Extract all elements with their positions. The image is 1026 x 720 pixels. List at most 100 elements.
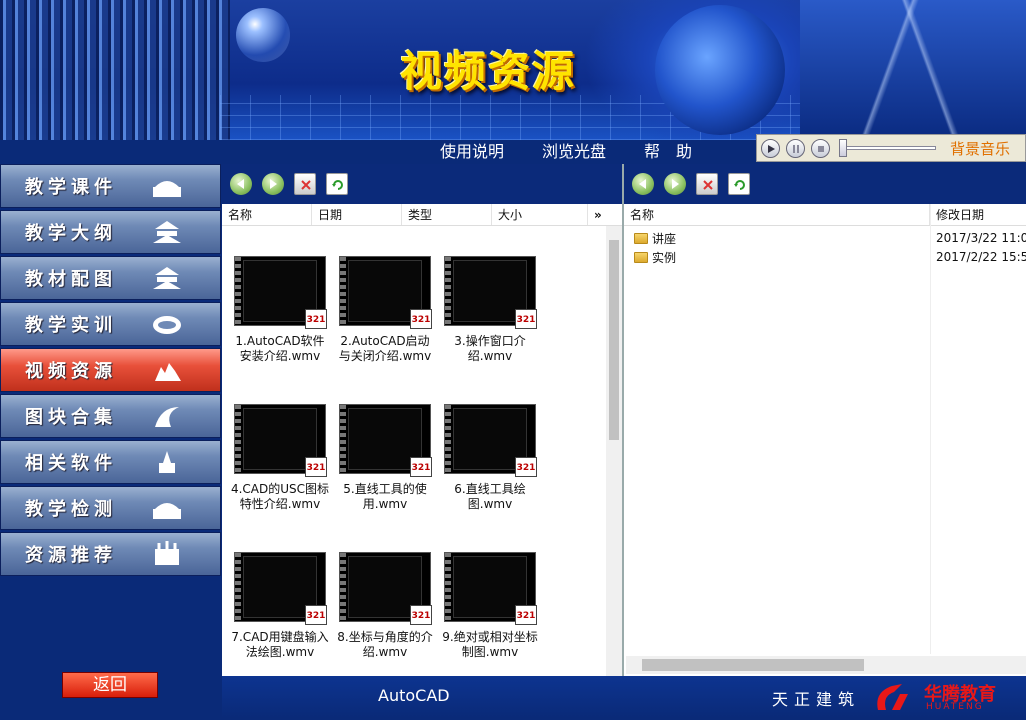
video-file-item[interactable]: 321 5.直线工具的使用.wmv (335, 404, 435, 512)
sidebar-item-assessment[interactable]: 教学检测 (0, 486, 221, 530)
media-player-badge-icon: 321 (305, 605, 327, 625)
video-file-item[interactable]: 321 2.AutoCAD启动与关闭介绍.wmv (335, 256, 435, 364)
media-player-badge-icon: 321 (305, 309, 327, 329)
pause-button[interactable] (786, 138, 805, 158)
sidebar-item-label: 资源推荐 (25, 545, 117, 566)
scrollbar-thumb[interactable] (609, 240, 619, 440)
sidebar-item-training[interactable]: 教学实训 (0, 302, 221, 346)
col-date[interactable]: 日期 (312, 204, 402, 225)
sidebar-item-label: 教学大纲 (25, 223, 117, 244)
vertical-scrollbar[interactable] (606, 226, 622, 676)
video-file-item[interactable]: 321 4.CAD的USC图标特性介绍.wmv (230, 404, 330, 512)
pagoda-icon (153, 267, 181, 289)
sidebar-item-block-collection[interactable]: 图块合集 (0, 394, 221, 438)
forward-nav-button[interactable] (262, 173, 284, 195)
back-button[interactable]: 返回 (62, 672, 158, 698)
volume-slider[interactable] (839, 139, 936, 157)
stop-icon (818, 145, 824, 152)
close-icon (301, 180, 311, 190)
right-column-header: 名称 修改日期 (624, 204, 1026, 226)
nav-browse-disc[interactable]: 浏览光盘 (542, 140, 606, 164)
stop-load-button[interactable] (696, 173, 718, 195)
video-thumbnail: 321 (339, 404, 432, 477)
folder-date: 2017/2/22 15:59 (936, 250, 1026, 264)
video-thumbnail: 321 (234, 256, 327, 329)
forward-nav-button[interactable] (664, 173, 686, 195)
top-nav: 使用说明 浏览光盘 帮 助 (440, 140, 730, 164)
video-thumbnail: 321 (234, 552, 327, 625)
play-icon (768, 144, 775, 153)
media-player-badge-icon: 321 (515, 605, 537, 625)
media-player-badge-icon: 321 (410, 309, 432, 329)
media-player-badge-icon: 321 (515, 309, 537, 329)
music-player: 背景音乐 (756, 134, 1026, 162)
sidebar-item-resource-recommend[interactable]: 资源推荐 (0, 532, 221, 576)
brand-subname: HUATENG (926, 702, 984, 712)
media-player-badge-icon: 321 (515, 457, 537, 477)
refresh-button[interactable] (728, 173, 750, 195)
sidebar-item-label: 相关软件 (25, 453, 117, 474)
building-icon (153, 181, 181, 197)
brand-logo: 华腾教育 HUATENG (872, 680, 1022, 716)
back-nav-button[interactable] (230, 173, 252, 195)
video-file-name: 4.CAD的USC图标特性介绍.wmv (230, 482, 330, 511)
col-type[interactable]: 类型 (402, 204, 492, 225)
folder-pane: 名称 修改日期 讲座 2017/3/22 11:00 实例 2017/2/22 … (622, 164, 1026, 676)
stop-load-button[interactable] (294, 173, 316, 195)
music-label: 背景音乐 (950, 139, 1011, 158)
sidebar-item-label: 教学实训 (25, 315, 117, 336)
video-file-item[interactable]: 321 3.操作窗口介绍.wmv (440, 256, 540, 364)
video-file-name: 7.CAD用键盘输入法绘图.wmv (231, 630, 329, 659)
scrollbar-thumb[interactable] (642, 659, 864, 671)
sidebar-item-label: 教学课件 (25, 177, 117, 198)
folder-date: 2017/3/22 11:00 (936, 231, 1026, 245)
folder-item[interactable]: 实例 (634, 249, 676, 266)
video-thumbnail: 321 (339, 256, 432, 329)
refresh-button[interactable] (326, 173, 348, 195)
sidebar-item-courseware[interactable]: 教学课件 (0, 164, 221, 208)
video-file-item[interactable]: 321 1.AutoCAD软件安装介绍.wmv (230, 256, 330, 364)
sidebar-item-video-resources[interactable]: 视频资源 (0, 348, 221, 392)
video-file-name: 2.AutoCAD启动与关闭介绍.wmv (338, 334, 432, 363)
sidebar-item-syllabus[interactable]: 教学大纲 (0, 210, 221, 254)
brand-logo-icon (877, 684, 908, 710)
folder-name: 讲座 (652, 232, 677, 246)
more-columns-button[interactable]: » (588, 204, 622, 225)
back-nav-button[interactable] (632, 173, 654, 195)
footer-company: 天正建筑 (772, 690, 861, 709)
col-modified[interactable]: 修改日期 (930, 204, 1026, 225)
footer-software: AutoCAD (378, 686, 450, 705)
play-button[interactable] (761, 138, 780, 158)
refresh-icon (332, 180, 343, 190)
globe-image (655, 5, 785, 135)
file-grid: 321 1.AutoCAD软件安装介绍.wmv 321 2.AutoCAD启动与关闭介… (222, 226, 606, 676)
media-player-badge-icon: 321 (410, 457, 432, 477)
folder-item[interactable]: 讲座 (634, 230, 676, 247)
stop-button[interactable] (811, 138, 830, 158)
video-file-item[interactable]: 321 6.直线工具绘图.wmv (440, 404, 540, 512)
nav-help[interactable]: 帮 助 (644, 140, 692, 164)
col-size[interactable]: 大小 (492, 204, 588, 225)
footer-bar: AutoCAD 天正建筑 华腾教育 HUATENG (222, 676, 1026, 718)
video-file-item[interactable]: 321 7.CAD用键盘输入法绘图.wmv (230, 552, 330, 660)
media-player-badge-icon: 321 (410, 605, 432, 625)
bridge-image (800, 0, 1026, 140)
col-name[interactable]: 名称 (222, 204, 312, 225)
col-name[interactable]: 名称 (624, 204, 930, 225)
video-file-pane: 名称 日期 类型 大小 » 321 1.AutoCAD软件安装介绍.wmv 321 2… (222, 164, 622, 676)
video-thumbnail: 321 (444, 404, 537, 477)
video-thumbnail: 321 (444, 552, 537, 625)
nav-help-usage[interactable]: 使用说明 (440, 140, 504, 164)
sidebar-item-textbook-figures[interactable]: 教材配图 (0, 256, 221, 300)
left-toolbar (222, 164, 622, 204)
opera-house-icon (155, 363, 181, 381)
folder-icon (634, 252, 648, 263)
sidebar-item-related-software[interactable]: 相关软件 (0, 440, 221, 484)
building-icon (153, 503, 181, 519)
video-file-item[interactable]: 321 9.绝对或相对坐标制图.wmv (440, 552, 540, 660)
video-file-item[interactable]: 321 8.坐标与角度的介绍.wmv (335, 552, 435, 660)
horizontal-scrollbar[interactable] (626, 656, 1026, 674)
highway-icon (155, 407, 179, 427)
slider-thumb[interactable] (839, 139, 847, 157)
arrow-right-icon (672, 179, 679, 189)
